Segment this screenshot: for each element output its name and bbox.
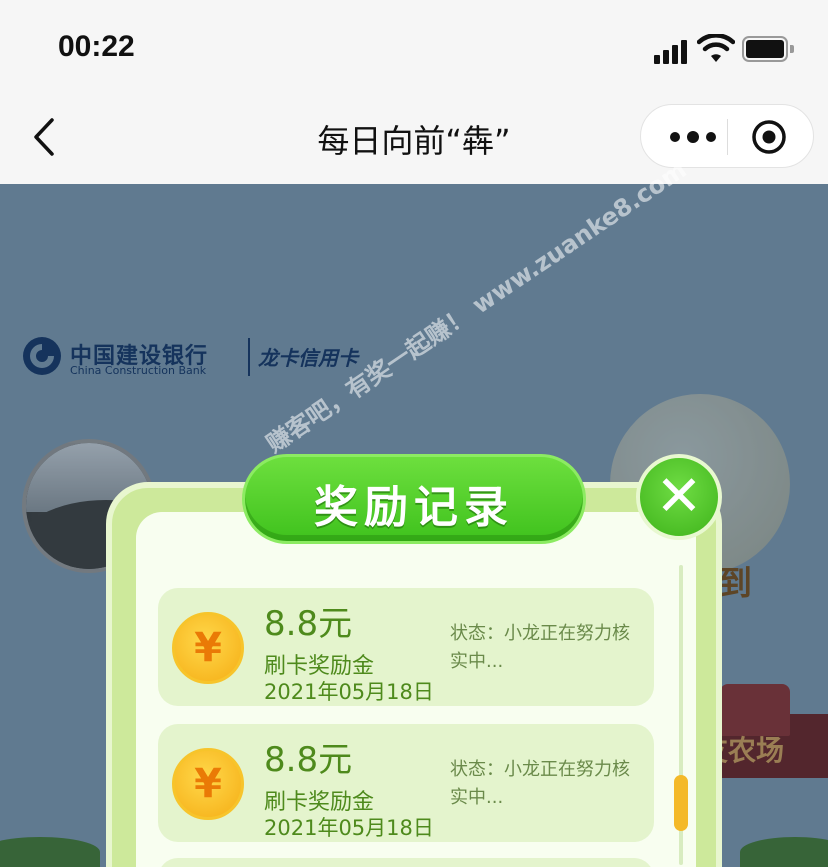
scrollbar-thumb[interactable] — [674, 775, 688, 831]
reward-date: 2021年05月18日 — [264, 680, 434, 704]
reward-date: 2021年05月18日 — [264, 816, 434, 840]
cellular-signal-icon — [654, 38, 688, 64]
reward-record: ¥ 8.8元 刷卡奖励金 2021年05月18日 状态：小龙正在努力核实中... — [158, 724, 654, 842]
modal-title: 奖励记录 — [314, 482, 514, 533]
close-icon: ✕ — [655, 464, 703, 529]
reward-status: 状态：小龙正在努力核实中... — [450, 759, 630, 808]
back-arrow-icon[interactable] — [30, 116, 60, 158]
reward-record: ¥ 8.8元 刷卡奖励金 2021年05月18日 状态：小龙正在努力核实中... — [158, 588, 654, 706]
reward-amount: 8.8元 — [264, 604, 353, 644]
reward-status: 状态：小龙正在努力核实中... — [450, 623, 630, 672]
close-button[interactable]: ✕ — [636, 454, 722, 540]
reward-record-partial — [158, 858, 654, 867]
reward-amount: 8.8元 — [264, 740, 353, 780]
status-bar: 00:22 — [0, 0, 828, 96]
coin-icon: ¥ — [172, 748, 244, 820]
status-time: 00:22 — [58, 30, 135, 63]
close-miniprogram-icon[interactable] — [751, 119, 787, 155]
coin-icon: ¥ — [172, 612, 244, 684]
modal-title-banner: 奖励记录 — [242, 454, 586, 544]
more-icon[interactable] — [665, 125, 721, 149]
battery-icon — [742, 36, 794, 62]
nav-bar: 每日向前“犇” — [0, 96, 828, 184]
capsule-divider — [727, 119, 728, 155]
wifi-icon — [697, 34, 735, 62]
